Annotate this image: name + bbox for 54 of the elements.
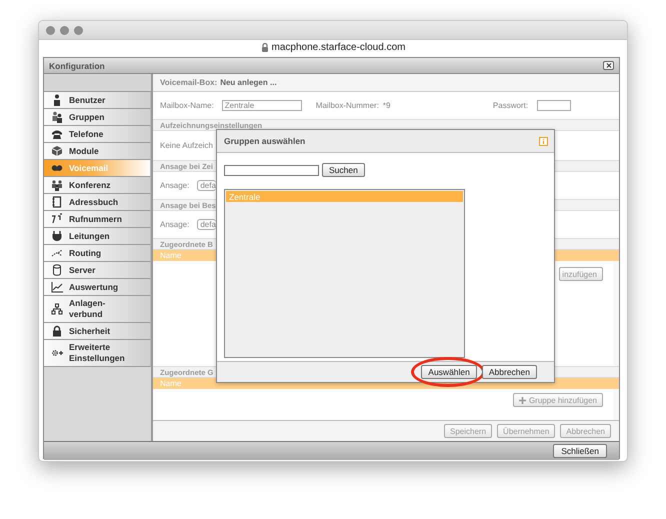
mailbox-name-field[interactable]: Zentrale xyxy=(222,100,302,111)
panel-title: Konfiguration xyxy=(49,60,105,70)
sidebar-item[interactable]: Benutzer xyxy=(44,92,151,109)
gear-plus-icon xyxy=(51,347,63,359)
search-field[interactable] xyxy=(224,164,319,176)
info-icon[interactable] xyxy=(539,136,548,146)
sidebar-item[interactable]: Rufnummern xyxy=(44,211,151,228)
close-window-icon[interactable] xyxy=(46,26,55,34)
field-label: Mailbox-Nummer: xyxy=(316,101,379,110)
group-icon xyxy=(51,111,63,123)
search-button[interactable]: Suchen xyxy=(322,163,365,177)
sidebar-item[interactable]: Telefone xyxy=(44,126,151,143)
conference-icon xyxy=(51,179,63,191)
sidebar-item[interactable]: Anlagen- verbund xyxy=(44,296,151,323)
lock-icon xyxy=(51,325,63,337)
recording-status: Keine Aufzeich xyxy=(160,141,213,150)
close-button[interactable] xyxy=(603,61,614,70)
minimize-window-icon[interactable] xyxy=(60,26,69,34)
dialog-button[interactable]: Abbrechen xyxy=(482,365,537,379)
sidebar-item[interactable]: Gruppen xyxy=(44,109,151,126)
plus-icon xyxy=(518,396,526,404)
cube-icon xyxy=(51,145,63,157)
mailbox-number: *9 xyxy=(382,101,392,110)
address-bar-url[interactable]: macphone.starface-cloud.com xyxy=(272,42,406,53)
address-book-icon xyxy=(51,196,63,208)
routing-icon xyxy=(51,247,63,259)
field-label: Ansage: xyxy=(160,181,190,190)
plug-icon xyxy=(51,230,63,242)
lock-icon xyxy=(260,43,269,52)
sidebar-item[interactable]: Sicherheit xyxy=(44,323,151,340)
close-button[interactable]: Schließen xyxy=(553,444,607,458)
database-icon xyxy=(51,264,63,276)
sidebar-item[interactable]: Leitungen xyxy=(44,228,151,245)
dialog-button[interactable]: Auswählen xyxy=(421,365,477,379)
sidebar-item[interactable]: Routing xyxy=(44,245,151,262)
field-label: Passwort: xyxy=(492,101,528,110)
sidebar-item[interactable]: Auswertung xyxy=(44,279,151,296)
sidebar-item[interactable]: Erweiterte Einstellungen xyxy=(44,340,151,367)
zoom-window-icon[interactable] xyxy=(74,26,83,34)
numbers-icon xyxy=(51,213,63,225)
field-label: Ansage: xyxy=(160,220,190,229)
user-icon xyxy=(51,94,63,106)
password-field[interactable] xyxy=(537,100,572,111)
sidebar-item[interactable]: Konferenz xyxy=(44,177,151,194)
sidebar-item[interactable]: Server xyxy=(44,262,151,279)
chart-icon xyxy=(51,281,63,293)
dialog-title: Gruppen auswählen xyxy=(224,136,306,146)
field-label: Mailbox-Name: xyxy=(160,101,214,110)
form-title-label: Voicemail-Box: xyxy=(160,78,218,87)
phone-icon xyxy=(51,128,63,140)
network-icon xyxy=(51,303,63,315)
sidebar-item[interactable]: Module xyxy=(44,143,151,160)
sidebar-item[interactable]: Adressbuch xyxy=(44,194,151,211)
form-title: Neu anlegen ... xyxy=(220,78,277,87)
